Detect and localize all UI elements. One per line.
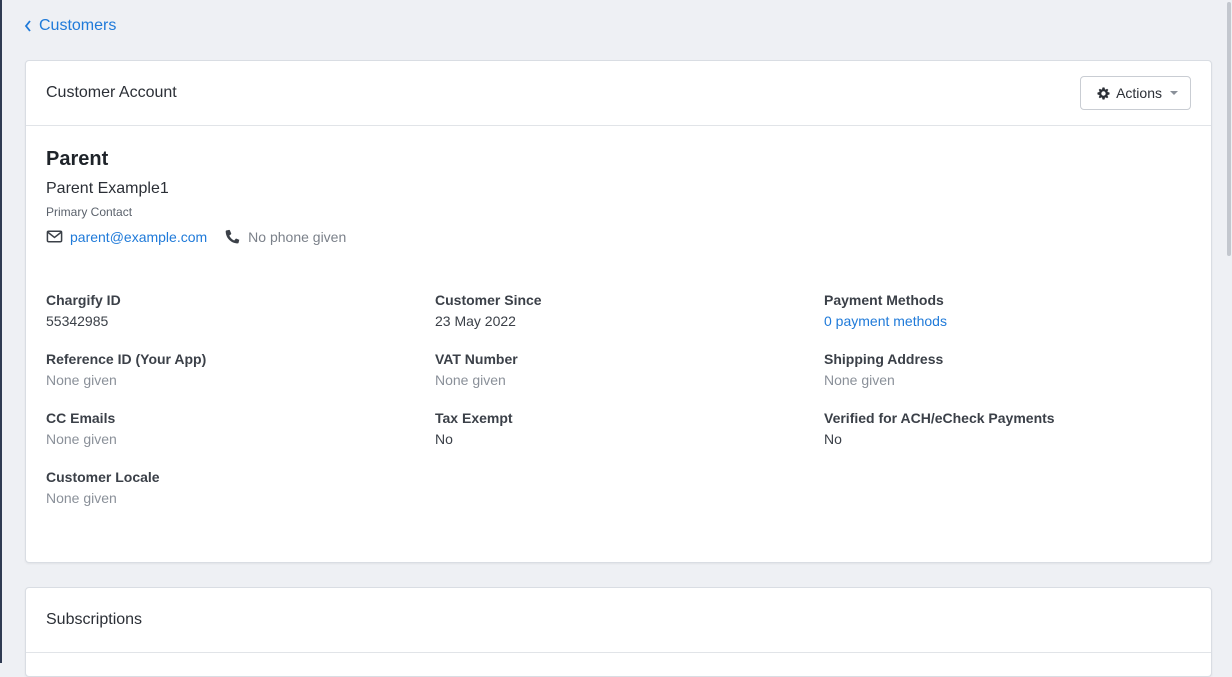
field-value: None given (435, 372, 506, 388)
field-vat-number: VAT Number None given (435, 351, 824, 388)
back-link-label[interactable]: Customers (39, 17, 116, 35)
field-tax-exempt: Tax Exempt No (435, 410, 824, 447)
field-label: Chargify ID (46, 292, 121, 308)
field-label: Customer Locale (46, 469, 160, 485)
field-value: None given (46, 431, 117, 447)
field-value: 23 May 2022 (435, 313, 516, 329)
scrollbar-thumb[interactable] (1227, 2, 1231, 256)
customer-account-header: Customer Account Actions (26, 61, 1211, 126)
customer-name: Parent (46, 148, 109, 170)
caret-down-icon (1170, 91, 1178, 95)
email-link[interactable]: parent@example.com (46, 228, 207, 245)
field-value: None given (46, 490, 117, 506)
contact-info-row: parent@example.com No phone given (46, 228, 1191, 245)
payment-methods-link[interactable]: 0 payment methods (824, 313, 1213, 329)
field-label: Reference ID (Your App) (46, 351, 207, 367)
gear-icon (1097, 86, 1110, 100)
field-label: Shipping Address (824, 351, 944, 367)
subscriptions-card: Subscriptions (25, 587, 1212, 677)
actions-label[interactable]: Actions (1116, 85, 1162, 101)
field-value: None given (46, 372, 117, 388)
field-customer-since: Customer Since 23 May 2022 (435, 292, 824, 329)
field-label: Tax Exempt (435, 410, 513, 426)
field-customer-locale: Customer Locale None given (46, 469, 435, 506)
window-left-edge (0, 0, 2, 663)
field-payment-methods: Payment Methods 0 payment methods (824, 292, 1213, 329)
field-label: Payment Methods (824, 292, 944, 308)
field-shipping-address: Shipping Address None given (824, 351, 1213, 388)
envelope-icon (46, 230, 63, 243)
contact-name: Parent Example1 (46, 180, 169, 197)
phone-icon (225, 229, 240, 244)
account-details-grid: Chargify ID 55342985 Customer Since 23 M… (46, 292, 1191, 506)
scrollbar-track[interactable] (1226, 0, 1232, 663)
customer-account-body: Parent Parent Example1 Primary Contact p… (26, 126, 1211, 506)
field-ach-verified: Verified for ACH/eCheck Payments No (824, 410, 1213, 447)
contact-role: Primary Contact (46, 205, 133, 219)
field-chargify-id: Chargify ID 55342985 (46, 292, 435, 329)
subscriptions-title: Subscriptions (46, 611, 143, 628)
phone-number: No phone given (248, 228, 347, 245)
email-address[interactable]: parent@example.com (70, 229, 207, 245)
customer-account-card: Customer Account Actions Parent Parent E… (25, 60, 1212, 563)
field-label: Verified for ACH/eCheck Payments (824, 410, 1055, 426)
subscriptions-header: Subscriptions (26, 588, 1211, 653)
field-label: VAT Number (435, 351, 518, 367)
field-label: CC Emails (46, 410, 116, 426)
actions-dropdown-button[interactable]: Actions (1080, 76, 1191, 110)
phone-info: No phone given (224, 228, 346, 245)
field-value: None given (824, 372, 895, 388)
field-value: No (824, 431, 842, 447)
card-title: Customer Account (46, 84, 177, 101)
field-label: Customer Since (435, 292, 542, 308)
back-to-customers-link[interactable]: Customers (24, 17, 116, 35)
field-value: No (435, 431, 453, 447)
field-cc-emails: CC Emails None given (46, 410, 435, 447)
field-reference-id: Reference ID (Your App) None given (46, 351, 435, 388)
chevron-left-icon (24, 20, 31, 32)
field-value: 55342985 (46, 313, 109, 329)
